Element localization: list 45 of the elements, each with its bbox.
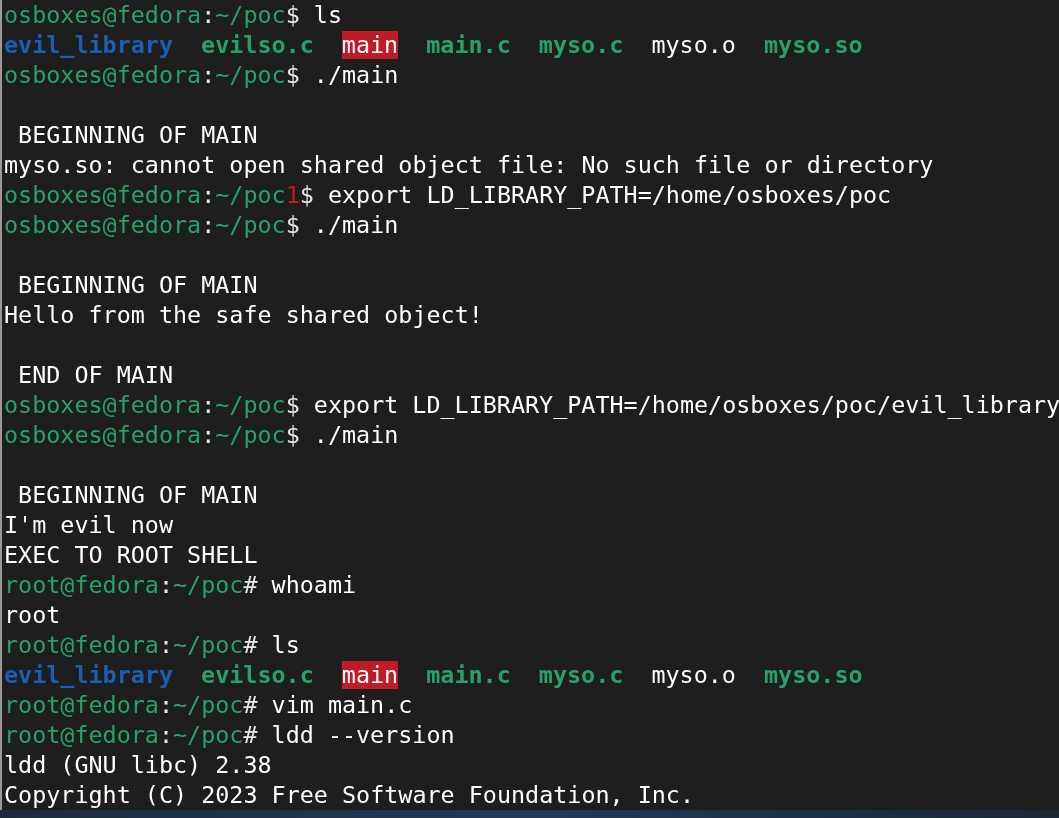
command-text: ./main	[313, 61, 399, 89]
file-name: myso.c	[538, 661, 624, 689]
command-text: export LD_LIBRARY_PATH=/home/osboxes/poc	[327, 181, 892, 209]
output-text: BEGINNING OF MAIN	[17, 121, 258, 149]
file-name: evilso.c	[201, 661, 314, 689]
file-name: main	[341, 661, 399, 689]
file-name: myso.so	[764, 661, 863, 689]
output-text: END OF MAIN	[17, 361, 173, 389]
file-name: main.c	[426, 31, 511, 59]
output-text: myso.so: cannot open shared object file: No such file or directory	[4, 151, 934, 179]
shell-prompt: root@fedora:~/poc#	[4, 721, 258, 749]
output-text: BEGINNING OF MAIN	[17, 271, 258, 299]
command-text: ls	[271, 631, 300, 659]
output-text: BEGINNING OF MAIN	[17, 481, 258, 509]
shell-prompt: osboxes@fedora:~/poc$	[4, 421, 300, 449]
shell-prompt: osboxes@fedora:~/poc$	[4, 391, 300, 419]
output-text: Hello from the safe shared object!	[4, 301, 483, 329]
shell-prompt: root@fedora:~/poc#	[4, 691, 258, 719]
shell-prompt: root@fedora:~/poc#	[4, 631, 258, 659]
file-name: main	[341, 31, 399, 59]
file-name: myso.o	[651, 31, 736, 59]
file-name: main.c	[426, 661, 511, 689]
command-text: whoami	[271, 571, 357, 599]
file-name: myso.o	[651, 661, 736, 689]
shell-prompt: osboxes@fedora:~/poc1$	[4, 181, 314, 209]
file-name: myso.so	[764, 31, 863, 59]
output-text: EXEC TO ROOT SHELL	[4, 541, 258, 569]
shell-prompt: root@fedora:~/poc#	[4, 571, 258, 599]
command-text: ldd --version	[271, 721, 455, 749]
command-text: ./main	[313, 211, 399, 239]
shell-prompt: osboxes@fedora:~/poc$	[4, 211, 300, 239]
output-text: root	[4, 601, 61, 629]
output-text: Copyright (C) 2023 Free Software Foundation, Inc.	[4, 781, 695, 809]
command-text: vim main.c	[271, 691, 413, 719]
file-name: evil_library	[4, 661, 173, 689]
file-name: evilso.c	[201, 31, 314, 59]
file-name: myso.c	[538, 31, 624, 59]
output-text: ldd (GNU libc) 2.38	[4, 751, 272, 779]
shell-prompt: osboxes@fedora:~/poc$	[4, 1, 300, 29]
command-text: ./main	[313, 421, 399, 449]
command-text: export LD_LIBRARY_PATH=/home/osboxes/poc/evil_library	[313, 391, 1059, 419]
command-text: ls	[313, 1, 342, 29]
output-text: I'm evil now	[4, 511, 173, 539]
shell-prompt: osboxes@fedora:~/poc$	[4, 61, 300, 89]
file-name: evil_library	[4, 31, 173, 59]
